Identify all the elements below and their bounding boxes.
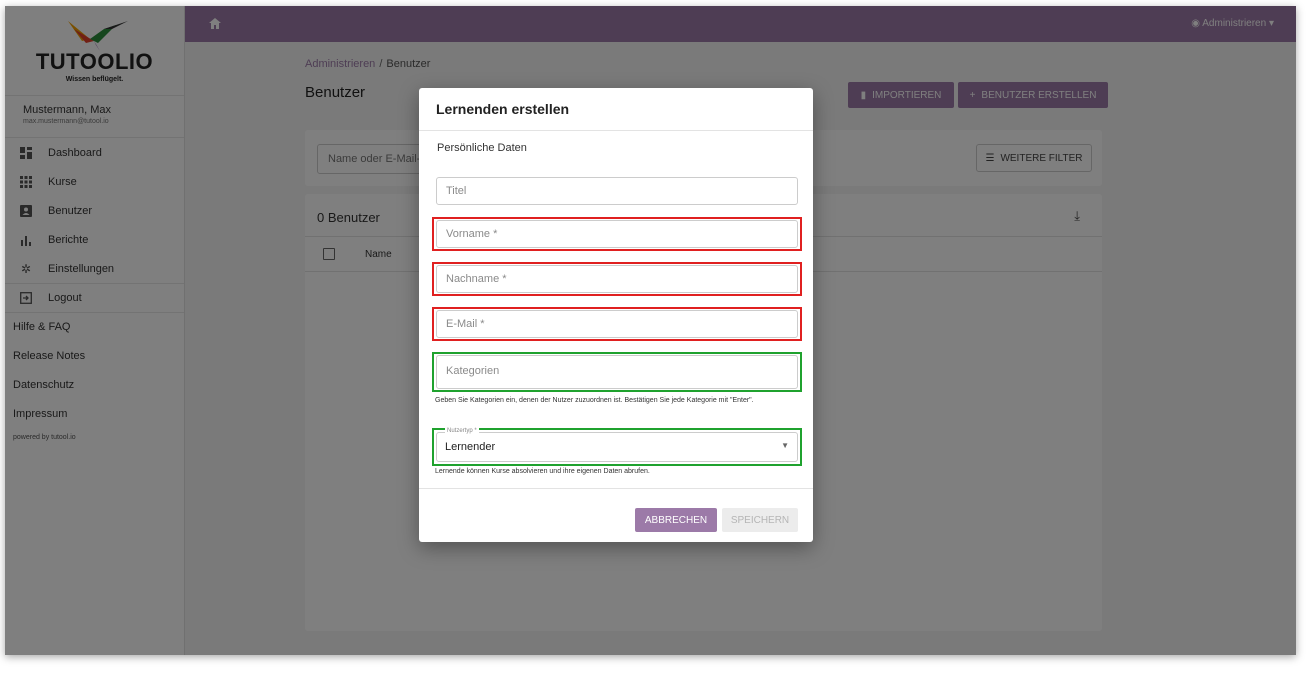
usertype-value: Lernender xyxy=(445,441,496,453)
firstname-field[interactable]: Vorname * xyxy=(436,220,798,248)
categories-help-text: Geben Sie Kategorien ein, denen der Nutz… xyxy=(435,397,754,404)
usertype-legend: Nutzertyp * xyxy=(445,428,479,434)
caret-down-icon: ▼ xyxy=(781,441,789,450)
create-learner-dialog: Lernenden erstellen Persönliche Daten Ti… xyxy=(419,88,813,542)
cancel-button[interactable]: ABBRECHEN xyxy=(635,508,717,532)
divider xyxy=(419,488,813,489)
screenshot-frame: TUTOOLIO Wissen beflügelt. Mustermann, M… xyxy=(5,6,1296,655)
usertype-select[interactable]: Nutzertyp * Lernender ▼ xyxy=(436,428,798,462)
title-field[interactable]: Titel xyxy=(436,177,798,205)
lastname-field[interactable]: Nachname * xyxy=(436,265,798,293)
divider xyxy=(419,130,813,131)
categories-field[interactable]: Kategorien xyxy=(436,355,798,389)
usertype-help-text: Lernende können Kurse absolvieren und ih… xyxy=(435,468,650,475)
dialog-title: Lernenden erstellen xyxy=(436,101,570,117)
save-button[interactable]: SPEICHERN xyxy=(722,508,798,532)
section-label: Persönliche Daten xyxy=(437,142,527,154)
email-field[interactable]: E-Mail * xyxy=(436,310,798,338)
